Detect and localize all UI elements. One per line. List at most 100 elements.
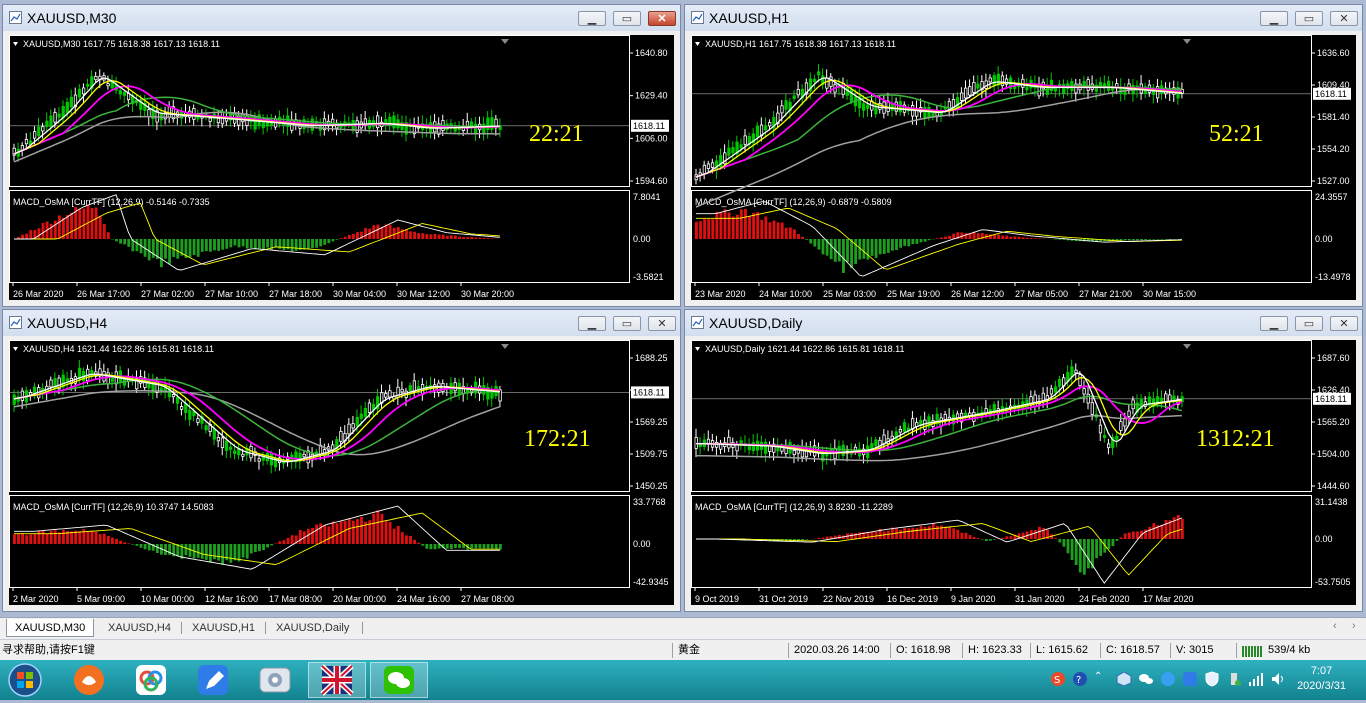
close-button[interactable]: ✕ <box>1330 11 1358 26</box>
chart-canvas[interactable]: XAUUSD,H1 1617.75 1618.38 1617.13 1618.1… <box>691 35 1356 300</box>
macd-histogram-bar <box>1058 539 1061 542</box>
close-button[interactable]: ✕ <box>1330 316 1358 331</box>
macd-histogram-bar <box>899 239 902 248</box>
macd-histogram-bar <box>805 239 808 240</box>
candle-body <box>883 435 885 444</box>
macd-histogram-bar <box>1014 236 1017 239</box>
minimize-button[interactable]: ▁ <box>578 11 606 26</box>
taskbar-baidu-netdisk[interactable] <box>122 662 180 698</box>
macd-histogram-bar <box>156 544 159 553</box>
macd-histogram-bar <box>487 544 490 549</box>
oscillator-axis-label: 33.7768 <box>633 497 666 507</box>
macd-histogram-bar <box>262 239 265 250</box>
cloud-icon[interactable] <box>1160 671 1176 687</box>
time-axis-label: 10 Mar 00:00 <box>141 594 194 604</box>
tab-xauusd-daily[interactable]: XAUUSD,Daily <box>268 619 357 637</box>
maximize-button[interactable]: ▭ <box>613 316 641 331</box>
macd-histogram-bar <box>715 212 718 239</box>
taskbar-pen-app[interactable] <box>184 662 242 698</box>
network-signal-icon[interactable] <box>1248 671 1264 687</box>
candle-body <box>842 445 844 455</box>
macd-histogram-bar <box>21 235 24 239</box>
price-axis-label: 1444.60 <box>1317 481 1350 491</box>
macd-histogram-bar <box>1116 539 1119 541</box>
close-button[interactable]: ✕ <box>648 11 676 26</box>
system-clock[interactable]: 7:07 2020/3/31 <box>1297 664 1346 694</box>
macd-histogram-bar <box>454 544 457 548</box>
candle-body <box>103 371 105 381</box>
macd-histogram-bar <box>903 528 906 539</box>
chart-canvas[interactable]: XAUUSD,H4 1621.44 1622.86 1615.81 1618.1… <box>9 340 674 605</box>
window-titlebar[interactable]: XAUUSD,H4 ▁ ▭ ✕ <box>3 310 680 336</box>
macd-histogram-bar <box>389 522 392 544</box>
candle-body <box>50 116 52 127</box>
candle-body <box>197 419 199 423</box>
macd-histogram-bar <box>250 239 253 248</box>
tab-xauusd-h1[interactable]: XAUUSD,H1 <box>184 619 263 637</box>
tab-scroll-left-icon[interactable]: ‹ <box>1333 620 1337 632</box>
status-profile[interactable]: 黄金 <box>678 640 700 660</box>
maximize-button[interactable]: ▭ <box>1295 316 1323 331</box>
sogou-input-icon[interactable]: S <box>1050 671 1066 687</box>
minimize-button[interactable]: ▁ <box>1260 11 1288 26</box>
macd-histogram-bar <box>924 527 927 539</box>
help-icon[interactable]: ? <box>1072 671 1088 687</box>
metatrader-icon <box>309 663 365 697</box>
macd-histogram-bar <box>319 239 322 246</box>
window-titlebar[interactable]: XAUUSD,M30 ▁ ▭ ✕ <box>3 5 680 31</box>
macd-histogram-bar <box>977 233 980 239</box>
window-titlebar[interactable]: XAUUSD,H1 ▁ ▭ ✕ <box>685 5 1362 31</box>
usb-device-icon[interactable] <box>1226 671 1242 687</box>
candle-body <box>830 77 832 86</box>
macd-histogram-bar <box>299 530 302 544</box>
macd-histogram-bar <box>907 528 910 539</box>
close-button[interactable]: ✕ <box>648 316 676 331</box>
tray-expand-icon[interactable]: ⌃ <box>1094 671 1110 687</box>
candle-body <box>172 394 174 396</box>
tab-xauusd-m30[interactable]: XAUUSD,M30 <box>6 619 94 637</box>
volume-icon[interactable] <box>1270 671 1286 687</box>
candle-body <box>393 116 395 128</box>
macd-histogram-bar <box>777 222 780 239</box>
maximize-button[interactable]: ▭ <box>1295 11 1323 26</box>
chart-info-text: XAUUSD,Daily 1621.44 1622.86 1615.81 161… <box>705 344 904 354</box>
candle-body <box>340 432 342 442</box>
taskbar-cleaner[interactable] <box>246 662 304 698</box>
moving-average-line <box>696 89 1182 207</box>
taskbar-metatrader[interactable] <box>308 662 366 698</box>
shield-icon[interactable] <box>1204 671 1220 687</box>
maximize-icon: ▭ <box>614 12 640 25</box>
macd-histogram-bar <box>911 239 914 244</box>
chart-window-m30[interactable]: XAUUSD,M30 ▁ ▭ ✕ XAUUSD,M30 1617.75 1618… <box>2 4 681 307</box>
window-titlebar[interactable]: XAUUSD,Daily ▁ ▭ ✕ <box>685 310 1362 336</box>
oscillator-axis-label: 7.8041 <box>633 192 661 202</box>
time-axis-label: 5 Mar 09:00 <box>77 594 125 604</box>
candle-body <box>854 447 856 450</box>
minimize-button[interactable]: ▁ <box>578 316 606 331</box>
maximize-button[interactable]: ▭ <box>613 11 641 26</box>
macd-histogram-bar <box>152 239 155 258</box>
chart-window-h4[interactable]: XAUUSD,H4 ▁ ▭ ✕ XAUUSD,H4 1621.44 1622.8… <box>2 309 681 612</box>
chart-window-daily[interactable]: XAUUSD,Daily ▁ ▭ ✕ XAUUSD,Daily 1621.44 … <box>684 309 1363 612</box>
candle-body <box>82 88 84 94</box>
minimize-button[interactable]: ▁ <box>1260 316 1288 331</box>
candle-body <box>764 442 766 453</box>
taskbar-uc-browser[interactable] <box>60 662 118 698</box>
cube-icon[interactable] <box>1116 671 1132 687</box>
candle-body <box>736 445 738 451</box>
chart-canvas[interactable]: XAUUSD,Daily 1621.44 1622.86 1615.81 161… <box>691 340 1356 605</box>
macd-histogram-bar <box>1132 532 1135 539</box>
tab-xauusd-h4[interactable]: XAUUSD,H4 <box>100 619 179 637</box>
tab-scroll-right-icon[interactable]: › <box>1352 620 1356 632</box>
macd-histogram-bar <box>254 544 257 552</box>
candle-body <box>217 118 219 122</box>
wechat-tray-icon[interactable] <box>1138 671 1154 687</box>
chart-window-h1[interactable]: XAUUSD,H1 ▁ ▭ ✕ XAUUSD,H1 1617.75 1618.3… <box>684 4 1363 307</box>
macd-histogram-bar <box>91 531 94 544</box>
taskbar-wechat[interactable] <box>370 662 428 698</box>
macd-histogram-bar <box>66 215 69 239</box>
chart-canvas[interactable]: XAUUSD,M30 1617.75 1618.38 1617.13 1618.… <box>9 35 674 300</box>
start-button[interactable] <box>4 662 46 698</box>
candle-body <box>352 424 354 428</box>
pen-tray-icon[interactable] <box>1182 671 1198 687</box>
